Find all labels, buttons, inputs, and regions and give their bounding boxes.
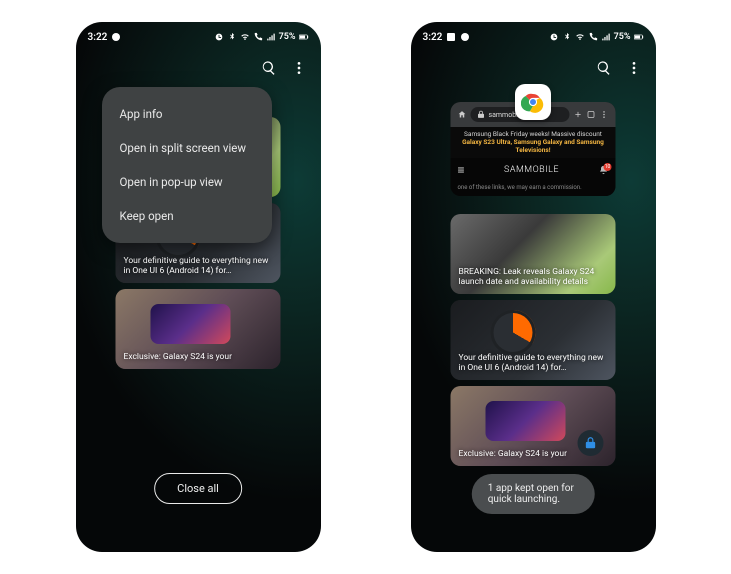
wifi-icon — [575, 32, 585, 42]
notif-dot-icon — [111, 32, 121, 42]
more-icon[interactable] — [600, 110, 609, 119]
recents-toolbar — [76, 46, 321, 87]
bt-icon — [227, 32, 237, 42]
signal-icon — [266, 32, 276, 42]
notif-square-icon — [446, 32, 456, 42]
keep-open-lock-icon — [578, 430, 604, 456]
chrome-icon — [521, 90, 545, 114]
lock-icon — [477, 110, 486, 119]
article-card[interactable]: BREAKING: Leak reveals Galaxy S24 launch… — [451, 214, 616, 294]
screenshot-right: 3:22 75% — [411, 22, 656, 552]
app-icon-chrome[interactable] — [515, 84, 551, 120]
status-time: 3:22 — [88, 32, 108, 43]
alarm-icon — [214, 32, 224, 42]
article-caption: BREAKING: Leak reveals Galaxy S24 launch… — [451, 261, 616, 294]
status-right: 75% — [549, 32, 644, 42]
close-all-button[interactable]: Close all — [154, 473, 242, 504]
menu-app-info[interactable]: App info — [102, 97, 272, 131]
article-caption: Exclusive: Galaxy S24 is your — [116, 346, 240, 369]
more-icon[interactable] — [626, 60, 642, 79]
menu-popup-view[interactable]: Open in pop-up view — [102, 165, 272, 199]
signal-icon — [601, 32, 611, 42]
notif-dot-icon — [460, 32, 470, 42]
battery-icon — [634, 32, 644, 42]
search-icon[interactable] — [596, 60, 612, 79]
bt-icon — [562, 32, 572, 42]
recent-cards: BREAKING: Leak reveals Galaxy S24 launch… — [451, 214, 616, 466]
menu-split-screen[interactable]: Open in split screen view — [102, 131, 272, 165]
alarm-icon — [549, 32, 559, 42]
status-bar: 3:22 75% — [76, 22, 321, 46]
recents-toolbar — [411, 46, 656, 87]
app-context-menu: App info Open in split screen view Open … — [102, 87, 272, 243]
phone-icon — [588, 32, 598, 42]
status-time: 3:22 — [423, 32, 443, 43]
promo-banner: Samsung Black Friday weeks! Massive disc… — [451, 127, 616, 158]
hamburger-icon[interactable]: ≡ — [458, 163, 465, 177]
article-caption: Exclusive: Galaxy S24 is your — [451, 443, 575, 466]
screenshot-left: 3:22 75% BREAKING: Leak reveals Galaxy S… — [76, 22, 321, 552]
article-card[interactable]: Exclusive: Galaxy S24 is your — [116, 289, 281, 369]
status-bar: 3:22 75% — [411, 22, 656, 46]
toast-message: 1 app kept open for quick launching. — [472, 474, 595, 514]
home-icon[interactable] — [458, 110, 467, 119]
wifi-icon — [240, 32, 250, 42]
menu-keep-open[interactable]: Keep open — [102, 199, 272, 233]
notifications-icon[interactable]: 10 — [599, 165, 609, 175]
notif-badge: 10 — [604, 163, 612, 171]
site-logo: SAMMOBILE — [504, 165, 559, 175]
site-header: ≡ SAMMOBILE 10 — [451, 158, 616, 182]
battery-pct: 75% — [614, 32, 631, 42]
battery-icon — [299, 32, 309, 42]
more-icon[interactable] — [291, 60, 307, 79]
search-icon[interactable] — [261, 60, 277, 79]
article-card[interactable]: Your definitive guide to everything new … — [451, 300, 616, 380]
new-tab-icon[interactable] — [574, 110, 583, 119]
battery-pct: 75% — [279, 32, 296, 42]
article-caption: Your definitive guide to everything new … — [116, 250, 281, 283]
site-subhead: one of these links, we may earn a commis… — [451, 182, 616, 196]
article-card[interactable]: Exclusive: Galaxy S24 is your — [451, 386, 616, 466]
article-caption: Your definitive guide to everything new … — [451, 347, 616, 380]
phone-icon — [253, 32, 263, 42]
status-right: 75% — [214, 32, 309, 42]
tabs-icon[interactable] — [587, 110, 596, 119]
